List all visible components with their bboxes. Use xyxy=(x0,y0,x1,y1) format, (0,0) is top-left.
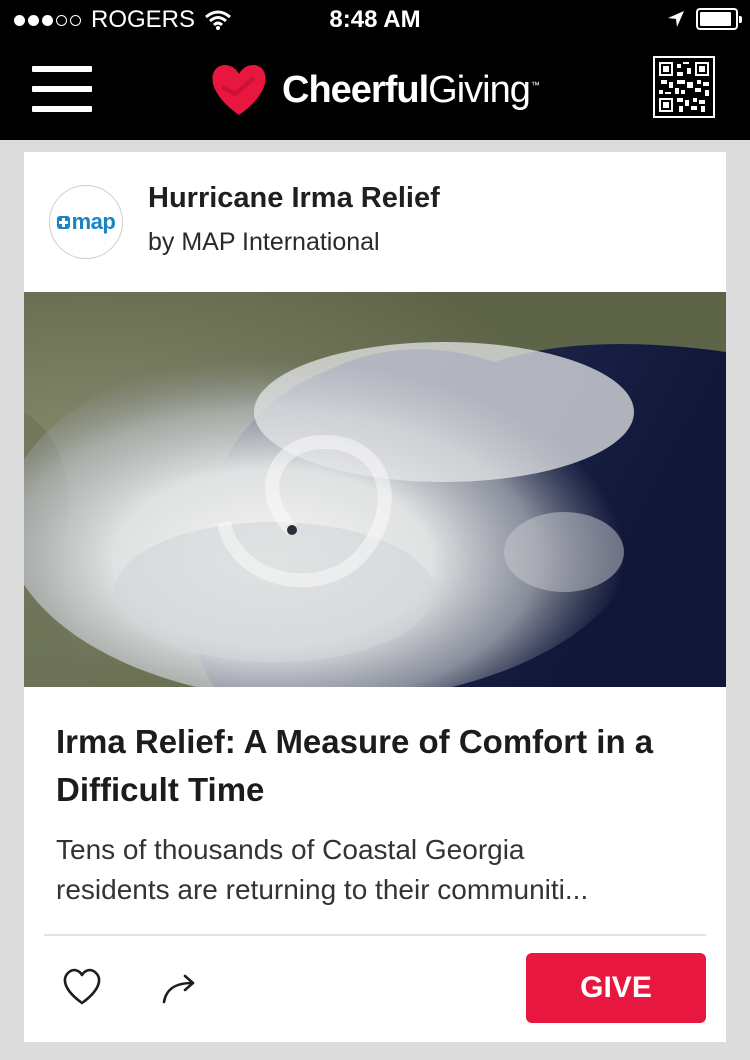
share-arrow-icon[interactable] xyxy=(160,968,200,1008)
brand-logo[interactable]: CheerfulGiving™ xyxy=(208,62,540,118)
medical-cross-icon xyxy=(56,215,70,229)
top-navigation-bar: CheerfulGiving™ xyxy=(0,40,750,140)
heart-logo-icon xyxy=(212,65,266,115)
clock: 8:48 AM xyxy=(329,6,421,33)
status-bar: ROGERS 8:48 AM xyxy=(0,0,750,40)
battery-level xyxy=(700,12,731,26)
satellite-hurricane-image xyxy=(24,292,726,687)
org-logo-label: map xyxy=(71,209,116,234)
brand-name-bold: Cheerful xyxy=(282,68,429,111)
hero-image[interactable] xyxy=(24,292,726,687)
status-right-group xyxy=(666,8,742,30)
organization-name[interactable]: by MAP International xyxy=(148,228,380,257)
campaign-title[interactable]: Hurricane Irma Relief xyxy=(148,182,440,215)
story-title[interactable]: Irma Relief: A Measure of Comfort in a D… xyxy=(56,718,696,814)
excerpt-line: residents are returning to their communi… xyxy=(56,874,589,905)
hamburger-menu-icon[interactable] xyxy=(32,66,92,112)
brand-name-light: Giving xyxy=(428,68,531,111)
qr-code-icon[interactable] xyxy=(653,56,715,118)
card-divider xyxy=(44,934,706,936)
story-excerpt[interactable]: Tens of thousands of Coastal Georgia res… xyxy=(56,830,696,910)
campaign-card[interactable]: map Hurricane Irma Relief by MAP Interna… xyxy=(24,152,726,1042)
trademark-mark: ™ xyxy=(530,79,540,90)
give-button[interactable]: GIVE xyxy=(526,953,706,1023)
organization-logo[interactable]: map xyxy=(49,185,123,259)
location-arrow-icon xyxy=(668,11,684,27)
brand-name: CheerfulGiving™ xyxy=(282,68,540,112)
organization-logo-text: map xyxy=(56,209,116,235)
excerpt-line: Tens of thousands of Coastal Georgia xyxy=(56,834,525,865)
battery-icon xyxy=(696,8,742,30)
heart-outline-icon[interactable] xyxy=(60,964,104,1008)
